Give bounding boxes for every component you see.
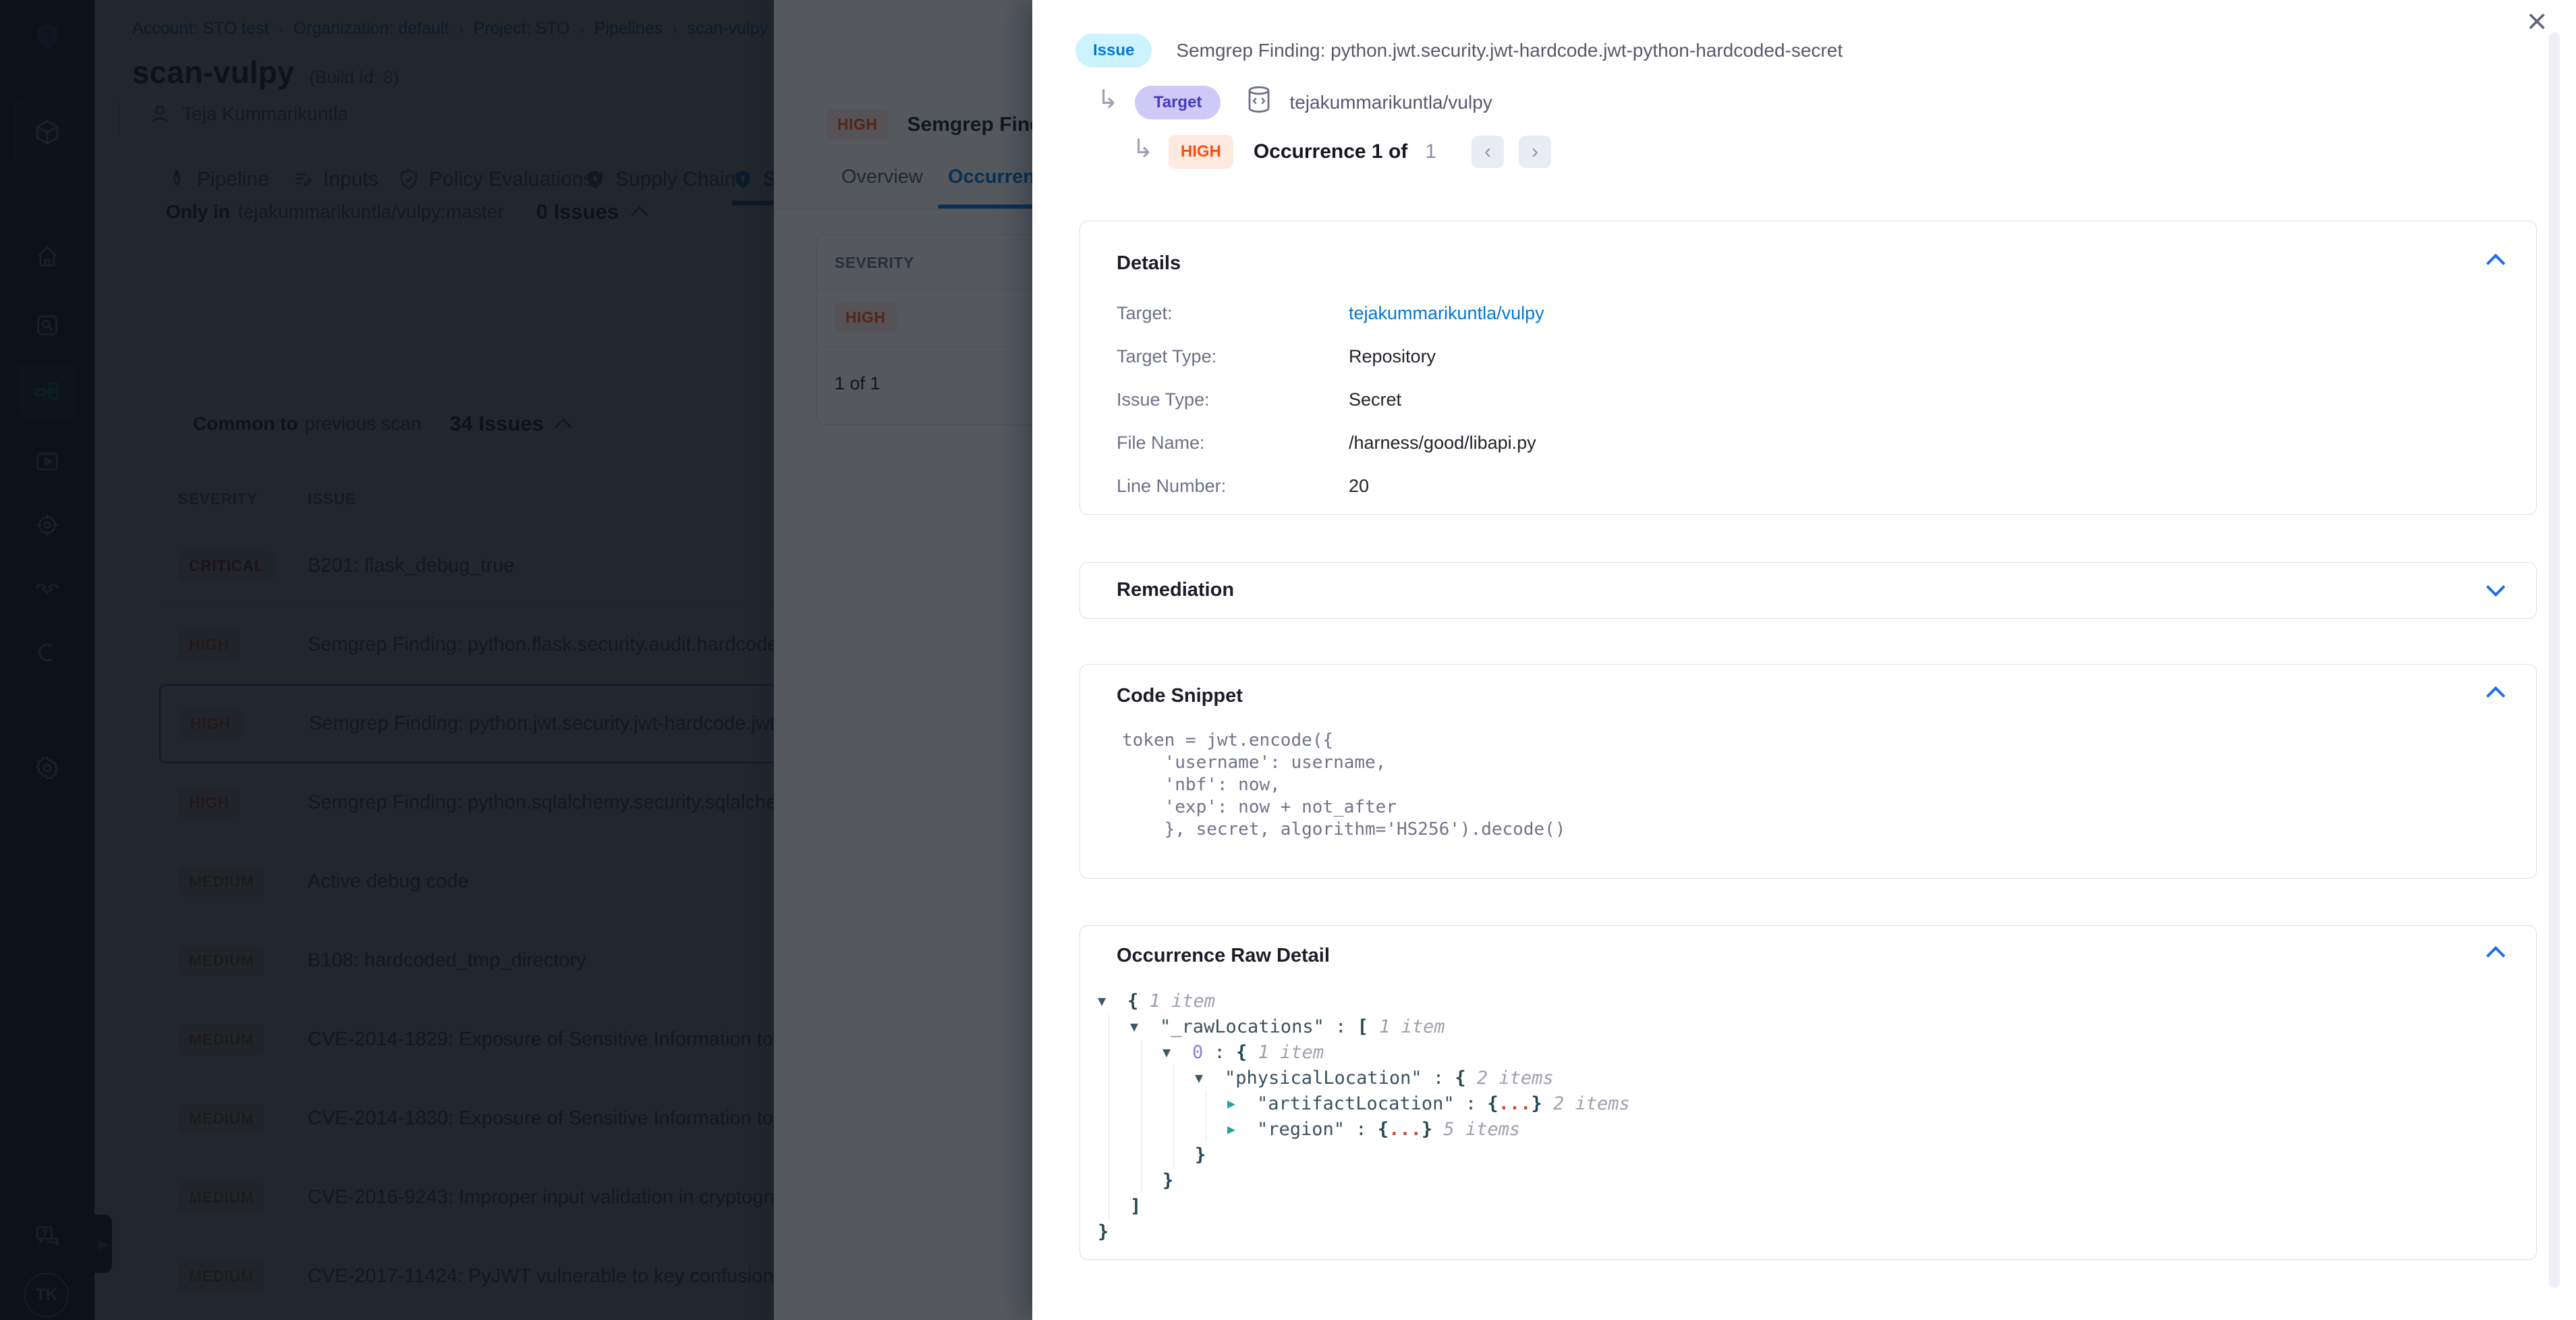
json-punct: { [1487,1093,1498,1114]
detail-value-link[interactable]: tejakummarikuntla/vulpy [1349,303,1544,324]
remediation-section-title: Remediation [1117,579,1234,601]
json-count: 1 item [1258,1042,1324,1063]
details-section: Details Target:tejakummarikuntla/vulpyTa… [1080,221,2537,515]
code-snippet-section-title: Code Snippet [1117,685,1243,707]
detail-row: Line Number:20 [1117,464,2496,507]
detail-label: File Name: [1117,433,1349,453]
json-colon: : [1203,1042,1236,1063]
json-punct: } [1098,1221,1109,1242]
json-dots: ... [1389,1119,1422,1140]
json-punct: { [1127,991,1150,1012]
json-punct: } [1422,1119,1444,1140]
repository-icon [1245,85,1273,119]
json-tree-line: ▼0 : { 1 item [1098,1039,1630,1065]
details-section-title: Details [1117,252,1181,275]
occurrence-total: 1 [1425,140,1436,163]
json-count: 1 item [1379,1016,1445,1037]
json-tree-line: ▶"region" : {...} 5 items [1098,1116,1630,1142]
json-punct: [ [1357,1016,1380,1037]
json-tree-line: ▼{ 1 item [1098,988,1630,1014]
expanded-node-arrow-icon[interactable]: ▼ [1130,1018,1160,1035]
json-colon: : [1422,1068,1455,1089]
json-tree-line: } [1098,1167,1630,1193]
expanded-node-arrow-icon[interactable]: ▼ [1163,1044,1192,1060]
collapse-section-chevron-icon[interactable] [2486,254,2505,273]
issue-detail-drawer: × Issue Semgrep Finding: python.jwt.secu… [1032,0,2576,1320]
json-punct: { [1455,1068,1477,1089]
json-punct: { [1378,1119,1389,1140]
issue-badge: Issue [1075,34,1152,67]
collapse-section-chevron-icon[interactable] [2486,946,2505,965]
json-tree-line: ▼"_rawLocations" : [ 1 item [1098,1014,1630,1039]
json-colon: : [1324,1016,1357,1037]
json-tree-line: } [1098,1219,1630,1244]
occurrence-raw-detail-section: Occurrence Raw Detail ▼{ 1 item▼"_rawLoc… [1080,925,2537,1260]
remediation-section: Remediation [1080,562,2537,619]
code-snippet-section: Code Snippet token = jwt.encode({ 'usern… [1080,664,2537,879]
detail-value: Repository [1349,346,1436,367]
json-key: "artifactLocation" [1257,1093,1455,1114]
raw-detail-section-title: Occurrence Raw Detail [1117,945,1330,967]
detail-value: Secret [1349,389,1401,410]
json-key: "_rawLocations" [1160,1016,1324,1037]
json-punct: } [1531,1093,1553,1114]
next-occurrence-button[interactable]: › [1519,136,1551,168]
detail-value: /harness/good/libapi.py [1349,433,1536,453]
json-tree-line: ] [1098,1193,1630,1219]
json-index: 0 [1192,1042,1203,1063]
target-name: tejakummarikuntla/vulpy [1289,92,1492,113]
detail-label: Target Type: [1117,346,1349,367]
json-dots: ... [1499,1093,1532,1114]
json-punct: } [1195,1145,1206,1165]
drawer-scrollbar[interactable] [2549,32,2560,1288]
detail-value: 20 [1349,476,1369,497]
issue-title: Semgrep Finding: python.jwt.security.jwt… [1176,40,1843,61]
detail-label: Line Number: [1117,476,1349,497]
expanded-node-arrow-icon[interactable]: ▼ [1195,1070,1225,1086]
json-punct: { [1236,1042,1258,1063]
json-count: 2 items [1477,1068,1554,1089]
json-tree-line: } [1098,1142,1630,1167]
app-root: ? TK ▶ Account: STO test›Organization: d… [0,0,2576,1320]
collapse-section-chevron-icon[interactable] [2486,686,2505,705]
json-punct: ] [1130,1196,1141,1217]
code-snippet: token = jwt.encode({ 'username': usernam… [1122,730,1565,841]
json-key: "physicalLocation" [1225,1068,1422,1089]
json-tree-line: ▶"artifactLocation" : {...} 2 items [1098,1091,1630,1116]
json-count: 5 items [1443,1119,1520,1140]
detail-row: File Name:/harness/good/libapi.py [1117,421,2496,464]
collapsed-node-arrow-icon[interactable]: ▶ [1227,1121,1257,1137]
json-colon: : [1455,1093,1488,1114]
previous-occurrence-button[interactable]: ‹ [1472,136,1504,168]
expand-section-chevron-icon[interactable] [2486,578,2505,597]
sub-level-arrow-icon: ↳ [1132,136,1154,162]
json-key: "region" [1257,1119,1345,1140]
detail-label: Target: [1117,303,1349,324]
target-badge: Target [1135,86,1221,119]
detail-row: Issue Type:Secret [1117,378,2496,421]
json-count: 2 items [1553,1093,1630,1114]
detail-row: Target Type:Repository [1117,335,2496,378]
json-count: 1 item [1150,991,1216,1012]
detail-label: Issue Type: [1117,389,1349,410]
json-punct: } [1163,1170,1173,1191]
raw-detail-json-tree: ▼{ 1 item▼"_rawLocations" : [ 1 item▼0 :… [1098,988,1630,1244]
severity-badge: HIGH [1169,135,1233,169]
sub-level-arrow-icon: ↳ [1097,87,1119,113]
occurrence-label: Occurrence 1 of [1254,140,1407,163]
json-tree-line: ▼"physicalLocation" : { 2 items [1098,1065,1630,1091]
expanded-node-arrow-icon[interactable]: ▼ [1098,993,1127,1009]
collapsed-node-arrow-icon[interactable]: ▶ [1227,1095,1257,1111]
json-colon: : [1345,1119,1378,1140]
detail-row: Target:tejakummarikuntla/vulpy [1117,292,2496,335]
